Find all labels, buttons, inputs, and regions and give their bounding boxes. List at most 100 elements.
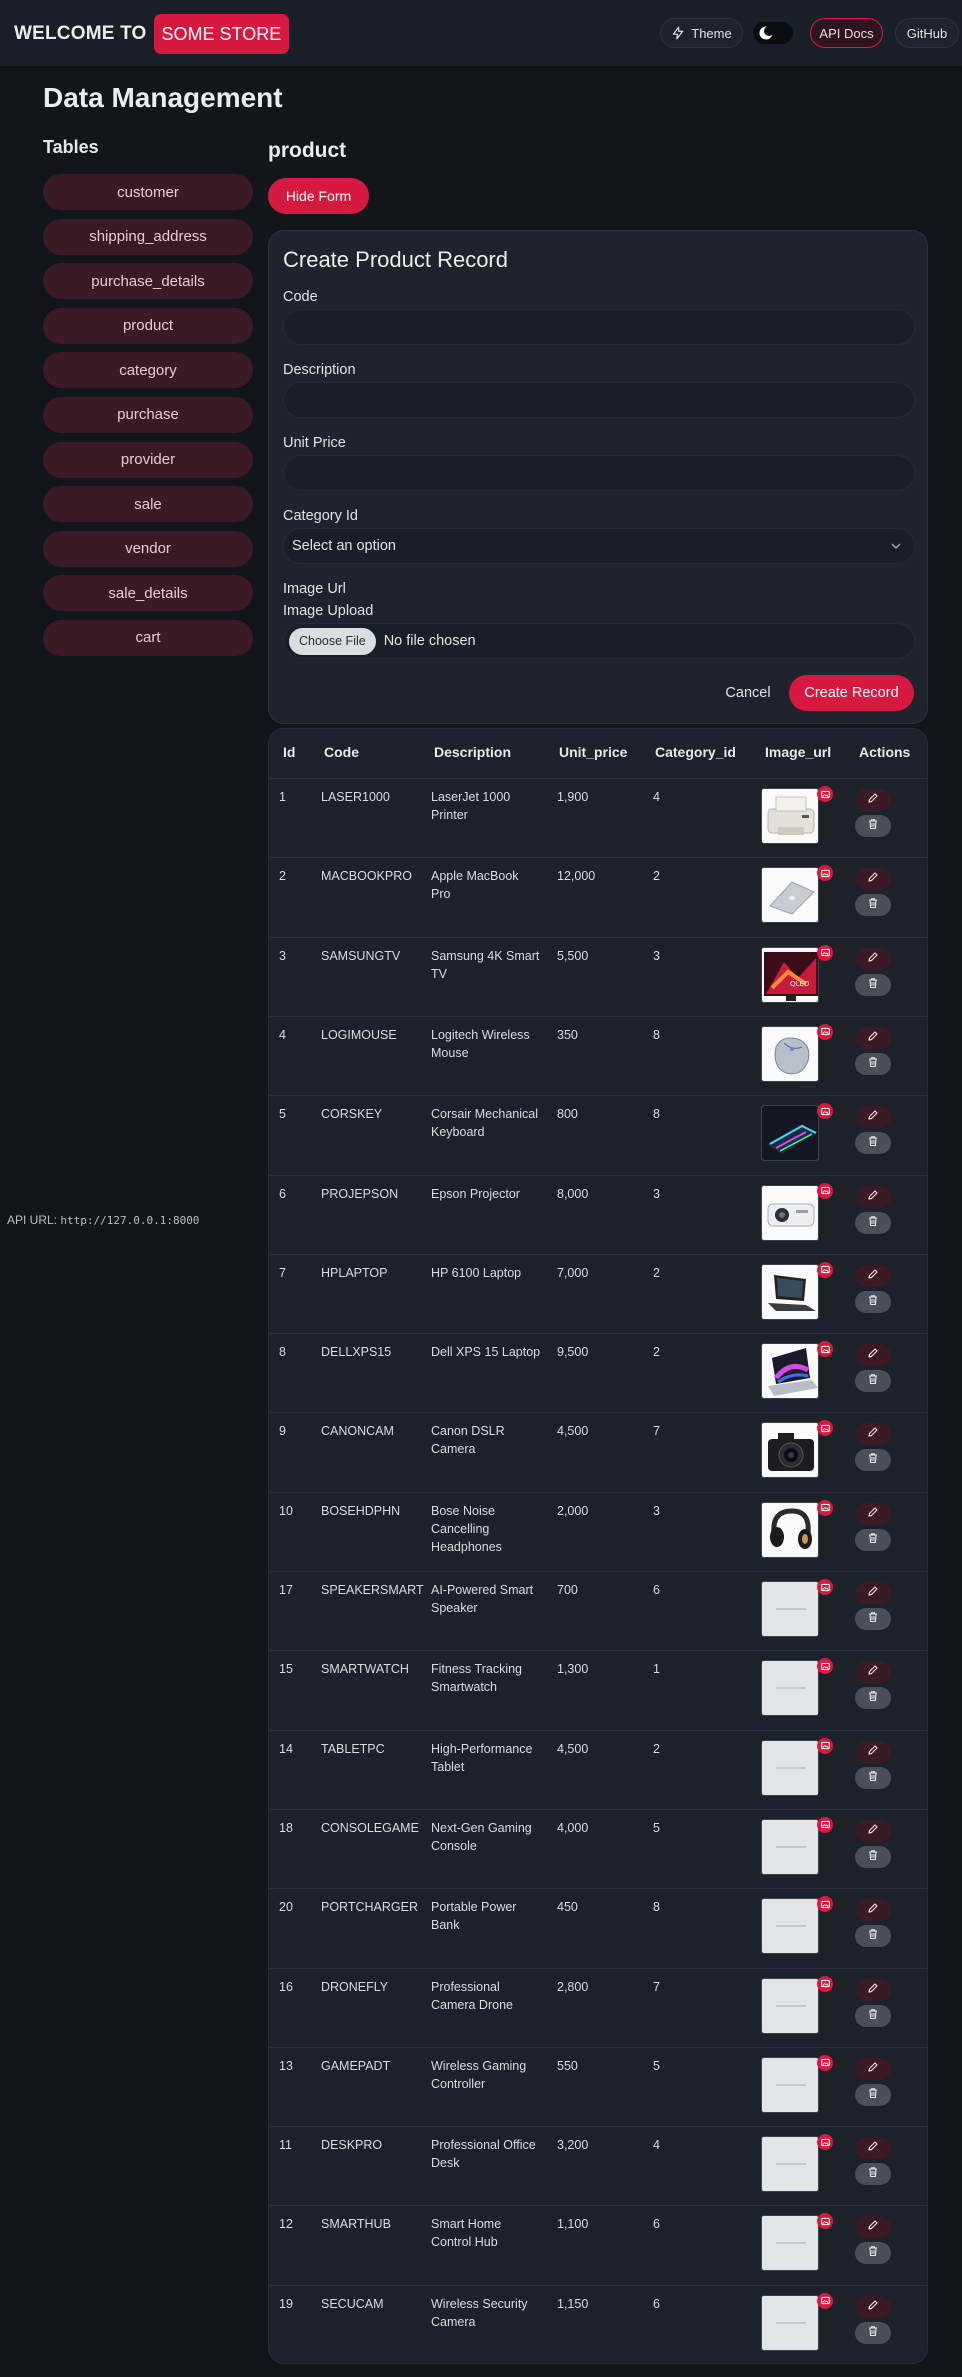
image-icon[interactable] [817, 1261, 833, 1278]
category-id-select[interactable]: Select an option [283, 528, 915, 564]
delete-button[interactable] [855, 1528, 891, 1551]
edit-button[interactable] [855, 1106, 891, 1129]
delete-button[interactable] [855, 2004, 891, 2027]
sidebar-item-shipping-address[interactable]: shipping_address [43, 218, 253, 255]
delete-button[interactable] [855, 1687, 891, 1710]
delete-button[interactable] [855, 1766, 891, 1789]
edit-button[interactable] [855, 1582, 891, 1604]
sidebar-item-sale[interactable]: sale [43, 486, 253, 523]
row-category-id: 1 [653, 1662, 660, 1677]
row-code: DELLXPS15 [321, 1345, 392, 1360]
delete-button[interactable] [855, 815, 891, 837]
image-icon[interactable] [817, 1658, 833, 1675]
image-icon[interactable] [817, 1341, 833, 1358]
row-code: DRONEFLY [321, 1979, 389, 1994]
image-icon[interactable] [817, 1499, 833, 1516]
image-icon[interactable] [817, 1023, 833, 1040]
image-icon[interactable] [817, 786, 833, 802]
edit-button[interactable] [855, 1819, 891, 1842]
create-record-form: Create Product Record Code Description U… [268, 230, 928, 724]
image-icon[interactable] [817, 1896, 833, 1913]
image-icon[interactable] [817, 944, 833, 961]
trash-icon [867, 1451, 879, 1469]
row-code: DESKPRO [321, 2138, 383, 2153]
image-icon[interactable] [817, 1182, 833, 1199]
image-icon[interactable] [817, 1737, 833, 1754]
edit-button[interactable] [855, 1344, 891, 1367]
delete-button[interactable] [855, 894, 891, 917]
row-category-id: 8 [653, 1027, 660, 1042]
sidebar-item-purchase[interactable]: purchase [43, 396, 253, 433]
delete-button[interactable] [855, 1845, 891, 1868]
image-upload-input[interactable]: Choose File No file chosen [283, 623, 915, 659]
sidebar-item-sale-details[interactable]: sale_details [43, 575, 253, 612]
image-icon[interactable] [817, 1975, 833, 1992]
github-button[interactable]: GitHub [895, 18, 959, 48]
row-unit-price: 350 [557, 1027, 578, 1042]
trash-icon [867, 976, 879, 994]
table-row: 9 CANONCAM Canon DSLR Camera 4,500 7 [269, 1412, 927, 1491]
image-icon[interactable] [817, 865, 833, 882]
image-icon[interactable] [817, 1816, 833, 1833]
column-header-unit-price: Unit_price [559, 744, 628, 760]
edit-button[interactable] [855, 2057, 891, 2080]
row-id: 4 [279, 1027, 286, 1042]
edit-button[interactable] [855, 1740, 891, 1763]
edit-button[interactable] [855, 1502, 891, 1525]
image-icon[interactable] [817, 1579, 833, 1595]
image-icon[interactable] [817, 2054, 833, 2071]
delete-button[interactable] [855, 1925, 891, 1948]
edit-button[interactable] [855, 1978, 891, 2001]
delete-button[interactable] [855, 2163, 891, 2186]
choose-file-button[interactable]: Choose File [289, 627, 376, 655]
row-code: CORSKEY [321, 1107, 383, 1122]
edit-button[interactable] [855, 1423, 891, 1446]
theme-button[interactable]: Theme [660, 18, 743, 48]
sidebar-item-purchase-details[interactable]: purchase_details [43, 263, 253, 300]
image-icon[interactable] [817, 2213, 833, 2230]
image-icon[interactable] [817, 1103, 833, 1120]
dark-mode-toggle[interactable] [753, 22, 793, 44]
brand[interactable]: WELCOME TO SOME STORE [14, 14, 290, 54]
edit-button[interactable] [855, 2216, 891, 2239]
api-docs-button[interactable]: API Docs [810, 18, 883, 48]
edit-button[interactable] [855, 1264, 891, 1287]
edit-button[interactable] [855, 947, 891, 970]
delete-button[interactable] [855, 1370, 891, 1393]
delete-button[interactable] [855, 1211, 891, 1234]
edit-button[interactable] [855, 2295, 891, 2318]
description-input[interactable] [283, 382, 915, 418]
image-icon[interactable] [817, 1420, 833, 1437]
edit-button[interactable] [855, 868, 891, 891]
create-record-button[interactable]: Create Record [789, 675, 914, 711]
edit-button[interactable] [855, 1661, 891, 1684]
image-icon[interactable] [817, 2134, 833, 2151]
delete-button[interactable] [855, 1052, 891, 1075]
delete-button[interactable] [855, 1449, 891, 1472]
delete-button[interactable] [855, 1290, 891, 1313]
sidebar-item-product[interactable]: product [43, 307, 253, 344]
sidebar-item-provider[interactable]: provider [43, 441, 253, 478]
code-input[interactable] [283, 309, 915, 345]
sidebar-item-vendor[interactable]: vendor [43, 530, 253, 567]
unit-price-input[interactable] [283, 455, 915, 491]
trash-icon [867, 2324, 879, 2342]
sidebar-item-cart[interactable]: cart [43, 619, 253, 656]
delete-button[interactable] [855, 1132, 891, 1155]
image-icon[interactable] [817, 2292, 833, 2309]
delete-button[interactable] [855, 973, 891, 996]
delete-button[interactable] [855, 2242, 891, 2265]
row-description: Bose Noise Cancelling Headphones [431, 1503, 502, 1554]
delete-button[interactable] [855, 2321, 891, 2344]
edit-button[interactable] [855, 1026, 891, 1049]
sidebar-item-customer[interactable]: customer [43, 174, 253, 210]
edit-button[interactable] [855, 1185, 891, 1208]
sidebar-item-category[interactable]: category [43, 352, 253, 389]
edit-button[interactable] [855, 789, 891, 811]
edit-button[interactable] [855, 2137, 891, 2160]
delete-button[interactable] [855, 1608, 891, 1630]
cancel-button[interactable]: Cancel [713, 675, 783, 711]
hide-form-button[interactable]: Hide Form [268, 178, 369, 214]
delete-button[interactable] [855, 2083, 891, 2106]
edit-button[interactable] [855, 1899, 891, 1922]
